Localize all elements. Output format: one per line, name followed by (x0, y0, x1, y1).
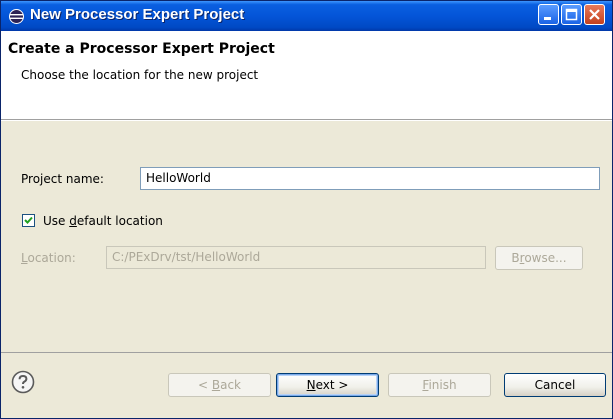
maximize-icon (565, 8, 578, 21)
browse-button[interactable]: Browse... (495, 246, 583, 270)
header-divider (1, 120, 612, 121)
window-title: New Processor Expert Project (30, 6, 245, 23)
finish-button[interactable]: Finish (388, 373, 491, 397)
maximize-button[interactable] (561, 4, 582, 25)
back-button[interactable]: < Back (168, 373, 271, 397)
title-bar[interactable]: New Processor Expert Project (1, 1, 612, 31)
close-icon (589, 9, 600, 20)
page-title: Create a Processor Expert Project (8, 41, 275, 57)
minimize-icon (544, 17, 551, 20)
project-name-input[interactable]: HelloWorld (140, 167, 600, 190)
wizard-header: Create a Processor Expert Project Choose… (1, 31, 612, 120)
use-default-location-label[interactable]: Use default location (43, 214, 163, 228)
location-label: Location: (21, 251, 76, 265)
dialog-window: New Processor Expert Project Create a Pr… (0, 0, 613, 419)
next-button[interactable]: Next > (276, 373, 379, 397)
project-name-label: Project name: (21, 172, 104, 186)
eclipse-icon (9, 9, 24, 24)
checkmark-icon (24, 216, 33, 224)
cancel-button[interactable]: Cancel (504, 373, 606, 397)
footer-divider (1, 352, 612, 353)
page-description: Choose the location for the new project (21, 68, 259, 82)
minimize-button[interactable] (538, 4, 559, 25)
use-default-location-checkbox[interactable] (22, 214, 35, 227)
location-input[interactable]: C:/PExDrv/tst/HelloWorld (106, 246, 486, 269)
close-button[interactable] (584, 4, 605, 25)
help-icon[interactable] (11, 370, 35, 394)
